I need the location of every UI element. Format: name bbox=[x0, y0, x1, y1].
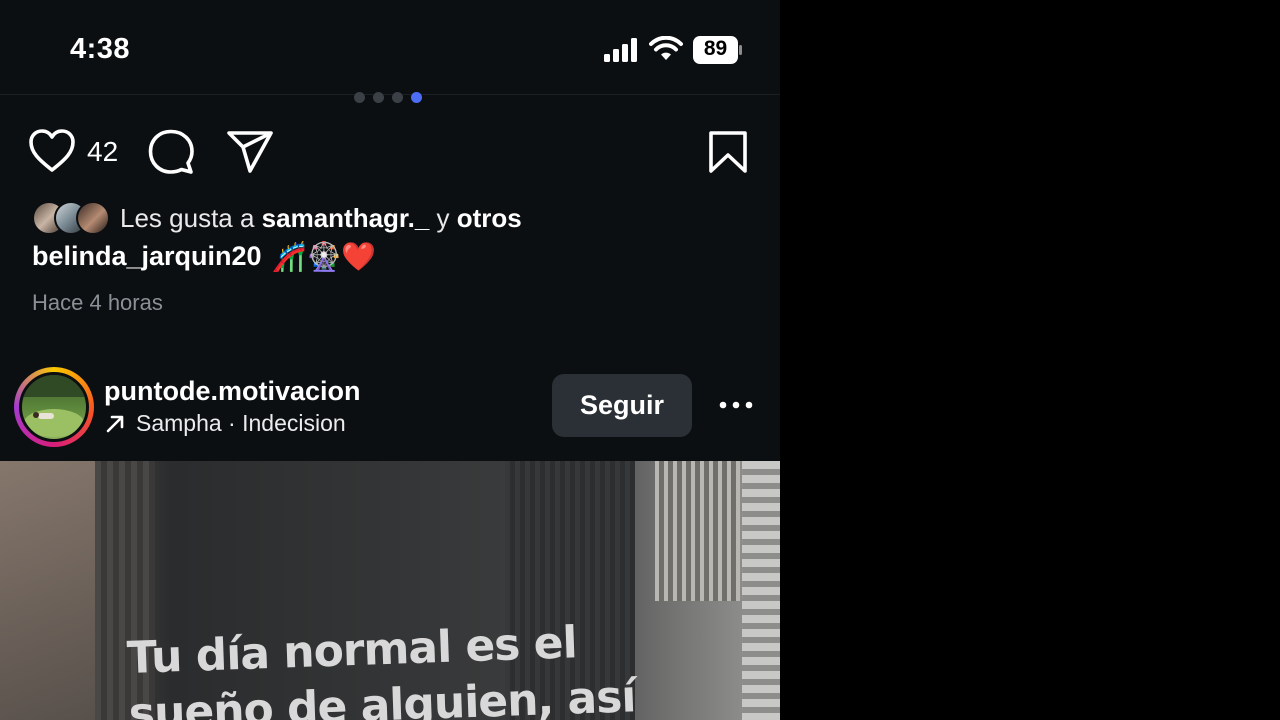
avatar bbox=[76, 201, 110, 235]
like-count[interactable]: 42 bbox=[87, 136, 118, 168]
wifi-icon bbox=[649, 36, 683, 60]
liked-by-user[interactable]: samanthagr._ bbox=[262, 203, 430, 233]
heart-icon[interactable] bbox=[28, 128, 76, 174]
status-time: 4:38 bbox=[70, 33, 131, 65]
post-username[interactable]: puntode.motivacion bbox=[104, 376, 361, 407]
liked-by-prefix: Les gusta a bbox=[120, 202, 262, 233]
music-text: Sampha · Indecision bbox=[136, 410, 346, 436]
liked-by-joiner: y bbox=[429, 202, 457, 233]
liked-by-row[interactable]: Les gusta a samanthagr._ y otros bbox=[32, 198, 522, 238]
carousel-dot bbox=[373, 92, 384, 103]
carousel-dot-active bbox=[411, 92, 422, 103]
send-icon[interactable] bbox=[226, 130, 274, 174]
arrow-up-right-icon bbox=[106, 415, 124, 432]
bookmark-icon[interactable] bbox=[708, 130, 748, 174]
signal-icon bbox=[604, 38, 637, 62]
story-ring[interactable] bbox=[14, 367, 94, 447]
caption: belinda_jarquin20 🎢🎡❤️ bbox=[32, 240, 376, 273]
building-shape bbox=[655, 461, 740, 601]
building-shape bbox=[0, 461, 95, 720]
post-header: puntode.motivacion Sampha · Indecision S… bbox=[0, 362, 780, 460]
instagram-feed: 4:38 89 42 Les gusta a samanthagr._ y ot… bbox=[0, 0, 780, 720]
post-image[interactable]: Tu día normal es el sueño de alguien, as… bbox=[0, 461, 780, 720]
liked-by-text: Les gusta a samanthagr._ y otros bbox=[120, 203, 522, 234]
more-icon[interactable] bbox=[718, 400, 754, 410]
post-timestamp: Hace 4 horas bbox=[32, 290, 163, 315]
caption-username[interactable]: belinda_jarquin20 bbox=[32, 241, 262, 272]
status-bar: 4:38 89 bbox=[0, 0, 780, 95]
carousel-dot bbox=[392, 92, 403, 103]
carousel-indicator bbox=[354, 92, 422, 103]
building-shape bbox=[742, 461, 780, 720]
battery-level: 89 bbox=[703, 37, 728, 60]
avatar[interactable] bbox=[19, 372, 89, 442]
post-quote: Tu día normal es el sueño de alguien, as… bbox=[126, 611, 690, 720]
follow-button[interactable]: Seguir bbox=[552, 374, 692, 437]
carousel-dot bbox=[354, 92, 365, 103]
liked-by-others[interactable]: otros bbox=[457, 203, 522, 233]
caption-text: 🎢🎡❤️ bbox=[271, 241, 377, 272]
battery-icon: 89 bbox=[693, 36, 743, 64]
music-attribution[interactable]: Sampha · Indecision bbox=[104, 410, 346, 437]
comment-icon[interactable] bbox=[148, 129, 194, 175]
